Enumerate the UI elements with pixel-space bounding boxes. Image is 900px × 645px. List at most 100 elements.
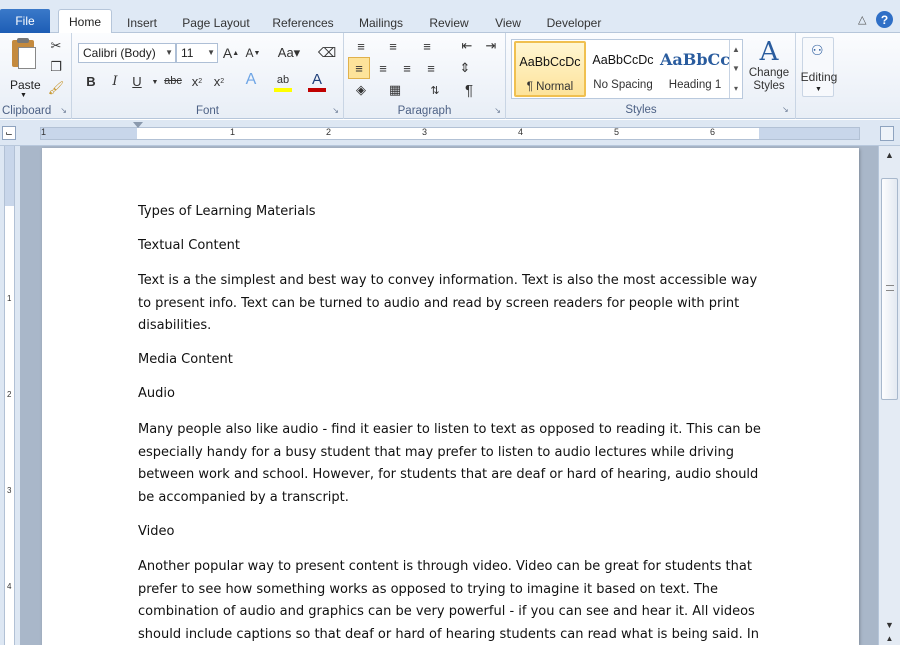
ruler-number: 2 xyxy=(326,127,332,137)
justify-icon[interactable]: ≡ xyxy=(422,59,440,77)
text-effects-icon[interactable]: A xyxy=(242,71,260,89)
strikethrough-icon[interactable]: abc xyxy=(162,72,184,90)
document-paragraph[interactable]: Text is a the simplest and best way to c… xyxy=(138,270,763,338)
ruler-number: 4 xyxy=(518,127,524,137)
tab-file[interactable]: File xyxy=(0,9,50,33)
ruler-number: 6 xyxy=(710,127,716,137)
clear-formatting-icon[interactable]: ⌫ xyxy=(318,44,336,62)
grow-font-icon[interactable]: A ▲ xyxy=(222,44,240,62)
style-heading-1[interactable]: AaBbCc Heading 1 xyxy=(659,41,731,97)
styles-launcher-icon[interactable]: ↘ xyxy=(782,105,789,114)
sort-icon[interactable]: ⇅ xyxy=(426,81,444,99)
show-formatting-icon[interactable]: ¶ xyxy=(460,81,478,99)
chevron-up-icon[interactable]: ▲ xyxy=(732,45,740,54)
document-paragraph[interactable]: Video xyxy=(138,521,763,544)
bold-icon[interactable]: B xyxy=(82,72,100,90)
font-label: Font xyxy=(195,105,219,117)
styles-gallery-scroll[interactable]: ▲ ▼ ▾ xyxy=(729,40,742,98)
style-sample: AaBbCcDc xyxy=(592,53,654,67)
tab-developer[interactable]: Developer xyxy=(542,12,606,33)
tab-references[interactable]: References xyxy=(268,12,338,33)
superscript-icon[interactable]: x2 xyxy=(210,72,228,90)
italic-icon[interactable]: I xyxy=(106,72,124,90)
decrease-indent-icon[interactable]: ⇤ xyxy=(458,37,476,55)
subscript-icon[interactable]: x2 xyxy=(188,72,206,90)
tab-mailings[interactable]: Mailings xyxy=(352,12,410,33)
tab-review[interactable]: Review xyxy=(424,12,474,33)
tab-home[interactable]: Home xyxy=(58,9,112,34)
paragraph-label: Paragraph xyxy=(397,105,452,117)
ruler-number: 4 xyxy=(7,582,12,591)
document-paragraph[interactable]: Another popular way to present content i… xyxy=(138,556,763,645)
vertical-scrollbar[interactable]: ▲ ▼ ▲ xyxy=(878,146,900,645)
borders-icon[interactable]: ▦ xyxy=(386,81,404,99)
font-color-icon[interactable]: A xyxy=(308,71,326,92)
ribbon-tab-row: File Home Insert Page Layout References … xyxy=(0,8,900,34)
numbering-icon[interactable]: ≡ xyxy=(384,37,402,55)
font-name-combo[interactable]: Calibri (Body) ▼ xyxy=(78,43,176,63)
change-styles-button[interactable]: A Change Styles xyxy=(746,37,792,103)
shrink-font-icon[interactable]: A ▼ xyxy=(244,44,262,62)
scroll-up-icon[interactable]: ▲ xyxy=(883,148,896,161)
indent-marker[interactable] xyxy=(133,122,143,128)
document-paragraph[interactable]: Many people also like audio - find it ea… xyxy=(138,419,763,509)
bullets-icon[interactable]: ≡ xyxy=(352,37,370,55)
align-right-icon[interactable]: ≡ xyxy=(398,59,416,77)
paste-dropdown-icon[interactable]: ▼ xyxy=(20,92,27,99)
paste-label: Paste xyxy=(10,78,41,92)
chevron-down-icon: ▼ xyxy=(815,86,822,93)
align-center-icon[interactable]: ≡ xyxy=(374,59,392,77)
help-icon[interactable]: ? xyxy=(876,11,893,28)
document-paragraph[interactable]: Textual Content xyxy=(138,235,763,258)
change-styles-label: Change Styles xyxy=(748,67,790,92)
style-name: No Spacing xyxy=(593,79,653,91)
document-paragraph[interactable]: Audio xyxy=(138,383,763,406)
paste-button[interactable]: Paste ▼ xyxy=(6,38,42,99)
ruler-number: 1 xyxy=(230,127,236,137)
view-ruler-icon[interactable] xyxy=(880,126,894,141)
previous-page-icon[interactable]: ▲ xyxy=(883,632,896,645)
paragraph-group: ≡ ≡ ≡ ⇤ ⇥ ≡ ≡ ≡ ≡ ⇕ ◈ ▦ ⇅ ¶ Paragraph ↘ xyxy=(344,33,506,119)
title-bar-strip xyxy=(0,0,900,8)
document-page[interactable]: Types of Learning Materials Textual Cont… xyxy=(42,148,859,645)
align-left-icon[interactable]: ≡ xyxy=(348,57,370,79)
document-paragraph[interactable]: Types of Learning Materials xyxy=(138,201,763,224)
ruler-number: 3 xyxy=(422,127,428,137)
clipboard-launcher-icon[interactable]: ↘ xyxy=(60,106,67,115)
tab-view[interactable]: View xyxy=(488,12,528,33)
editing-button[interactable]: ⚇ Editing ▼ xyxy=(801,37,837,97)
paragraph-launcher-icon[interactable]: ↘ xyxy=(494,106,501,115)
change-case-icon[interactable]: Aa▾ xyxy=(276,44,302,62)
underline-icon[interactable]: U xyxy=(128,72,146,90)
font-size-combo[interactable]: 11 ▼ xyxy=(176,43,218,63)
cut-icon[interactable]: ✂ xyxy=(47,37,65,55)
font-launcher-icon[interactable]: ↘ xyxy=(332,106,339,115)
tab-page-layout[interactable]: Page Layout xyxy=(178,12,254,33)
ruler-number: 3 xyxy=(7,486,12,495)
style-no-spacing[interactable]: AaBbCcDc No Spacing xyxy=(587,41,659,97)
tab-selector[interactable]: ⌙ xyxy=(2,126,16,140)
document-paragraph[interactable]: Media Content xyxy=(138,349,763,372)
highlight-icon[interactable]: ab xyxy=(274,72,292,92)
shading-icon[interactable]: ◈ xyxy=(352,81,370,99)
font-size-value: 11 xyxy=(181,46,194,60)
copy-icon[interactable]: ❐ xyxy=(47,58,65,76)
vertical-ruler: 1 2 3 4 xyxy=(0,146,20,645)
ruler-number: 5 xyxy=(614,127,620,137)
multilevel-list-icon[interactable]: ≡ xyxy=(418,37,436,55)
tab-insert[interactable]: Insert xyxy=(120,12,164,33)
document-area: Types of Learning Materials Textual Cont… xyxy=(20,146,878,645)
line-spacing-icon[interactable]: ⇕ xyxy=(456,59,474,77)
format-painter-icon[interactable]: 🖌 xyxy=(47,79,65,97)
increase-indent-icon[interactable]: ⇥ xyxy=(482,37,500,55)
ruler-number: 2 xyxy=(7,390,12,399)
style-name: Heading 1 xyxy=(668,79,722,91)
font-group: Calibri (Body) ▼ 11 ▼ A ▲ A ▼ Aa▾ ⌫ B I U … xyxy=(72,33,344,119)
style-normal[interactable]: AaBbCcDc ¶ Normal xyxy=(514,41,586,97)
scroll-down-icon[interactable]: ▼ xyxy=(883,618,896,631)
minimize-ribbon-icon[interactable]: △ xyxy=(858,13,866,26)
chevron-down-icon[interactable]: ▼ xyxy=(732,64,740,73)
horizontal-ruler[interactable]: 1 1 2 3 4 5 6 xyxy=(40,122,860,140)
scrollbar-thumb[interactable] xyxy=(881,178,898,400)
more-styles-icon[interactable]: ▾ xyxy=(734,84,738,93)
